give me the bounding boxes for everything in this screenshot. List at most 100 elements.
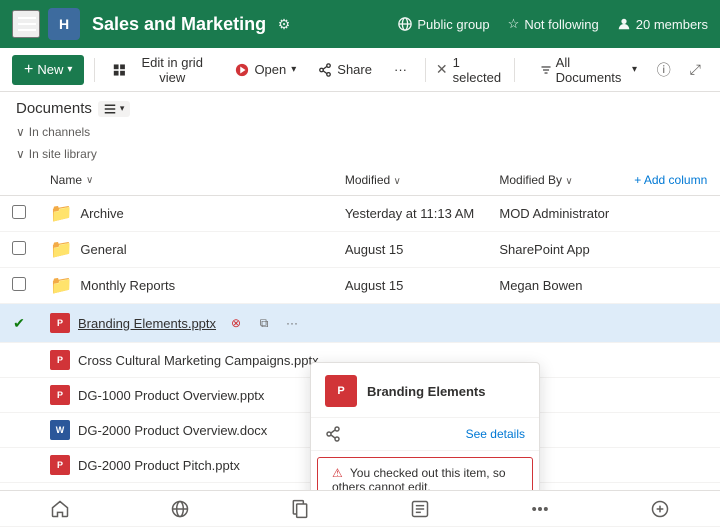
folder-modified-cell: Yesterday at 11:13 AM xyxy=(333,196,488,232)
folder-modified-by-cell: SharePoint App xyxy=(487,232,622,268)
star-icon: ☆ xyxy=(508,16,520,32)
file-extra-cell xyxy=(622,343,720,378)
modified-by-col-header[interactable]: Modified By ∨ xyxy=(487,165,622,196)
pptx-icon: P xyxy=(50,350,70,370)
edit-grid-view-button[interactable]: Edit in grid view xyxy=(105,50,221,90)
row-checkbox[interactable] xyxy=(12,241,26,255)
file-name-cell: W DG-2000 Product Overview.docx xyxy=(38,413,333,448)
more-button[interactable]: ··· xyxy=(386,57,415,82)
share-button[interactable]: Share xyxy=(310,57,380,82)
delete-action-button[interactable]: ⊗ xyxy=(224,311,248,335)
in-channels-chevron-icon: ∨ xyxy=(16,125,25,139)
folder-row: 📁 Monthly Reports August 15 Megan Bowen xyxy=(0,268,720,304)
modified-sort-icon: ∨ xyxy=(394,176,401,187)
new-button[interactable]: + New ▾ xyxy=(12,55,84,85)
row-checkbox[interactable] xyxy=(12,205,26,219)
warning-icon: ⚠ xyxy=(332,466,343,480)
see-details-link[interactable]: See details xyxy=(466,427,525,441)
file-modified-cell xyxy=(333,304,488,343)
settings-icon[interactable]: ⚙ xyxy=(274,14,294,34)
folder-name-link[interactable]: Archive xyxy=(80,206,123,221)
folder-extra-cell xyxy=(622,196,720,232)
copy-action-button[interactable]: ⧉ xyxy=(252,311,276,335)
folder-name-cell: 📁 Monthly Reports xyxy=(38,268,333,304)
app-icon: H xyxy=(48,8,80,40)
folder-name-link[interactable]: General xyxy=(80,242,126,257)
folder-row: 📁 Archive Yesterday at 11:13 AM MOD Admi… xyxy=(0,196,720,232)
file-extra-cell xyxy=(622,448,720,483)
folder-name-link[interactable]: Monthly Reports xyxy=(80,278,175,293)
more-icon: ··· xyxy=(394,62,407,77)
row-checkbox-cell[interactable] xyxy=(0,232,38,268)
table-header-row: Name ∨ Modified ∨ Modified By ∨ + Add co… xyxy=(0,165,720,196)
files-icon xyxy=(290,499,310,519)
row-checkbox-cell[interactable] xyxy=(0,268,38,304)
file-extra-cell xyxy=(622,378,720,413)
edit-grid-label: Edit in grid view xyxy=(131,55,213,85)
public-group-action[interactable]: Public group xyxy=(398,17,489,32)
not-following-action[interactable]: ☆ Not following xyxy=(508,16,599,32)
globe-icon xyxy=(398,17,412,31)
bottom-nav-more[interactable] xyxy=(520,491,560,527)
grid-icon xyxy=(113,63,126,77)
row-checkout-cell xyxy=(0,378,38,413)
folder-modified-by-cell: MOD Administrator xyxy=(487,196,622,232)
branding-elements-popover: P Branding Elements See details ⚠ You ch… xyxy=(310,362,540,490)
row-actions: ⊗ ⧉ ··· xyxy=(224,311,304,335)
folder-icon: 📁 xyxy=(50,203,72,224)
list-view-icon xyxy=(104,103,116,115)
selected-indicator: ✕ 1 selected All Documents ▾ xyxy=(436,50,645,90)
view-toggle-button[interactable]: ▾ xyxy=(98,101,131,117)
bottom-nav-add[interactable] xyxy=(640,491,680,527)
content-area: Documents ▾ ∨ In channels ∨ In site libr… xyxy=(0,92,720,490)
section-in-site-library[interactable]: ∨ In site library xyxy=(0,143,720,165)
section-in-channels[interactable]: ∨ In channels xyxy=(0,121,720,143)
file-name-cell: P Cross Cultural Marketing Campaigns.ppt… xyxy=(38,343,333,378)
add-col-header[interactable]: + Add column xyxy=(622,165,720,196)
row-checkbox[interactable] xyxy=(12,277,26,291)
info-button[interactable]: ⓘ xyxy=(651,56,676,84)
open-button[interactable]: Open ▾ xyxy=(227,57,304,82)
home-icon xyxy=(50,499,70,519)
modified-col-header[interactable]: Modified ∨ xyxy=(333,165,488,196)
more-action-button[interactable]: ··· xyxy=(280,311,304,335)
all-docs-chevron-icon: ▾ xyxy=(632,64,637,75)
file-name-link[interactable]: Cross Cultural Marketing Campaigns.pptx xyxy=(78,353,319,368)
members-label: 20 members xyxy=(636,17,708,32)
folder-extra-cell xyxy=(622,268,720,304)
all-documents-button[interactable]: All Documents ▾ xyxy=(532,50,645,90)
name-col-header[interactable]: Name ∨ xyxy=(38,165,333,196)
top-bar: H Sales and Marketing ⚙ Public group ☆ N… xyxy=(0,0,720,48)
bottom-nav-home[interactable] xyxy=(40,491,80,527)
checkout-icon: ✔ xyxy=(13,315,25,331)
bottom-nav-web[interactable] xyxy=(160,491,200,527)
bottom-nav-tasks[interactable] xyxy=(400,491,440,527)
toolbar: + New ▾ Edit in grid view Open ▾ Share ·… xyxy=(0,48,720,92)
file-name-link[interactable]: DG-2000 Product Overview.docx xyxy=(78,423,267,438)
members-action[interactable]: 20 members xyxy=(617,17,708,32)
pptx-icon: P xyxy=(50,455,70,475)
row-checkout-cell xyxy=(0,413,38,448)
open-label: Open xyxy=(254,62,286,77)
docx-icon: W xyxy=(50,420,70,440)
file-name-link[interactable]: DG-2000 Product Pitch.pptx xyxy=(78,458,240,473)
checkbox-col-header xyxy=(0,165,38,196)
file-name-link[interactable]: Branding Elements.pptx xyxy=(78,316,216,331)
row-checkbox-cell[interactable] xyxy=(0,196,38,232)
folder-modified-cell: August 15 xyxy=(333,268,488,304)
popover-warning: ⚠ You checked out this item, so others c… xyxy=(317,457,533,490)
expand-button[interactable]: ⤢ xyxy=(683,56,708,84)
row-checkout-cell xyxy=(0,343,38,378)
clear-selection-button[interactable]: ✕ xyxy=(436,61,448,78)
view-chevron-icon: ▾ xyxy=(120,103,125,114)
folder-modified-cell: August 15 xyxy=(333,232,488,268)
new-label: New xyxy=(37,62,63,77)
folder-row: 📁 General August 15 SharePoint App xyxy=(0,232,720,268)
file-name-link[interactable]: DG-1000 Product Overview.pptx xyxy=(78,388,264,403)
row-checkout-cell xyxy=(0,448,38,483)
bottom-nav-files[interactable] xyxy=(280,491,320,527)
sort-icon: ∨ xyxy=(86,175,93,186)
hamburger-menu-button[interactable] xyxy=(12,10,40,38)
popover-pptx-icon: P xyxy=(325,375,357,407)
file-row: ✔ P Branding Elements.pptx ⊗ ⧉ ··· xyxy=(0,304,720,343)
